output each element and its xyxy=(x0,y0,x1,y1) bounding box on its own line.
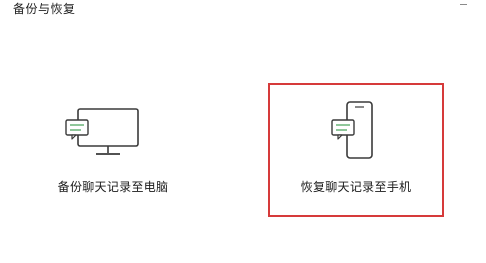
backup-restore-window: 备份与恢复 备份聊天记录至电脑 恢复聊天记录至手机 xyxy=(0,0,486,263)
backup-to-pc-label: 备份聊天记录至电脑 xyxy=(57,180,169,194)
monitor-chat-icon xyxy=(64,107,142,157)
backup-to-pc-option[interactable]: 备份聊天记录至电脑 xyxy=(18,83,208,217)
restore-to-phone-label: 恢复聊天记录至手机 xyxy=(300,180,412,194)
minimize-icon xyxy=(460,4,467,5)
window-title: 备份与恢复 xyxy=(13,2,76,16)
minimize-button[interactable] xyxy=(454,0,474,10)
restore-to-phone-option[interactable]: 恢复聊天记录至手机 xyxy=(268,83,444,217)
phone-chat-icon xyxy=(330,100,376,162)
